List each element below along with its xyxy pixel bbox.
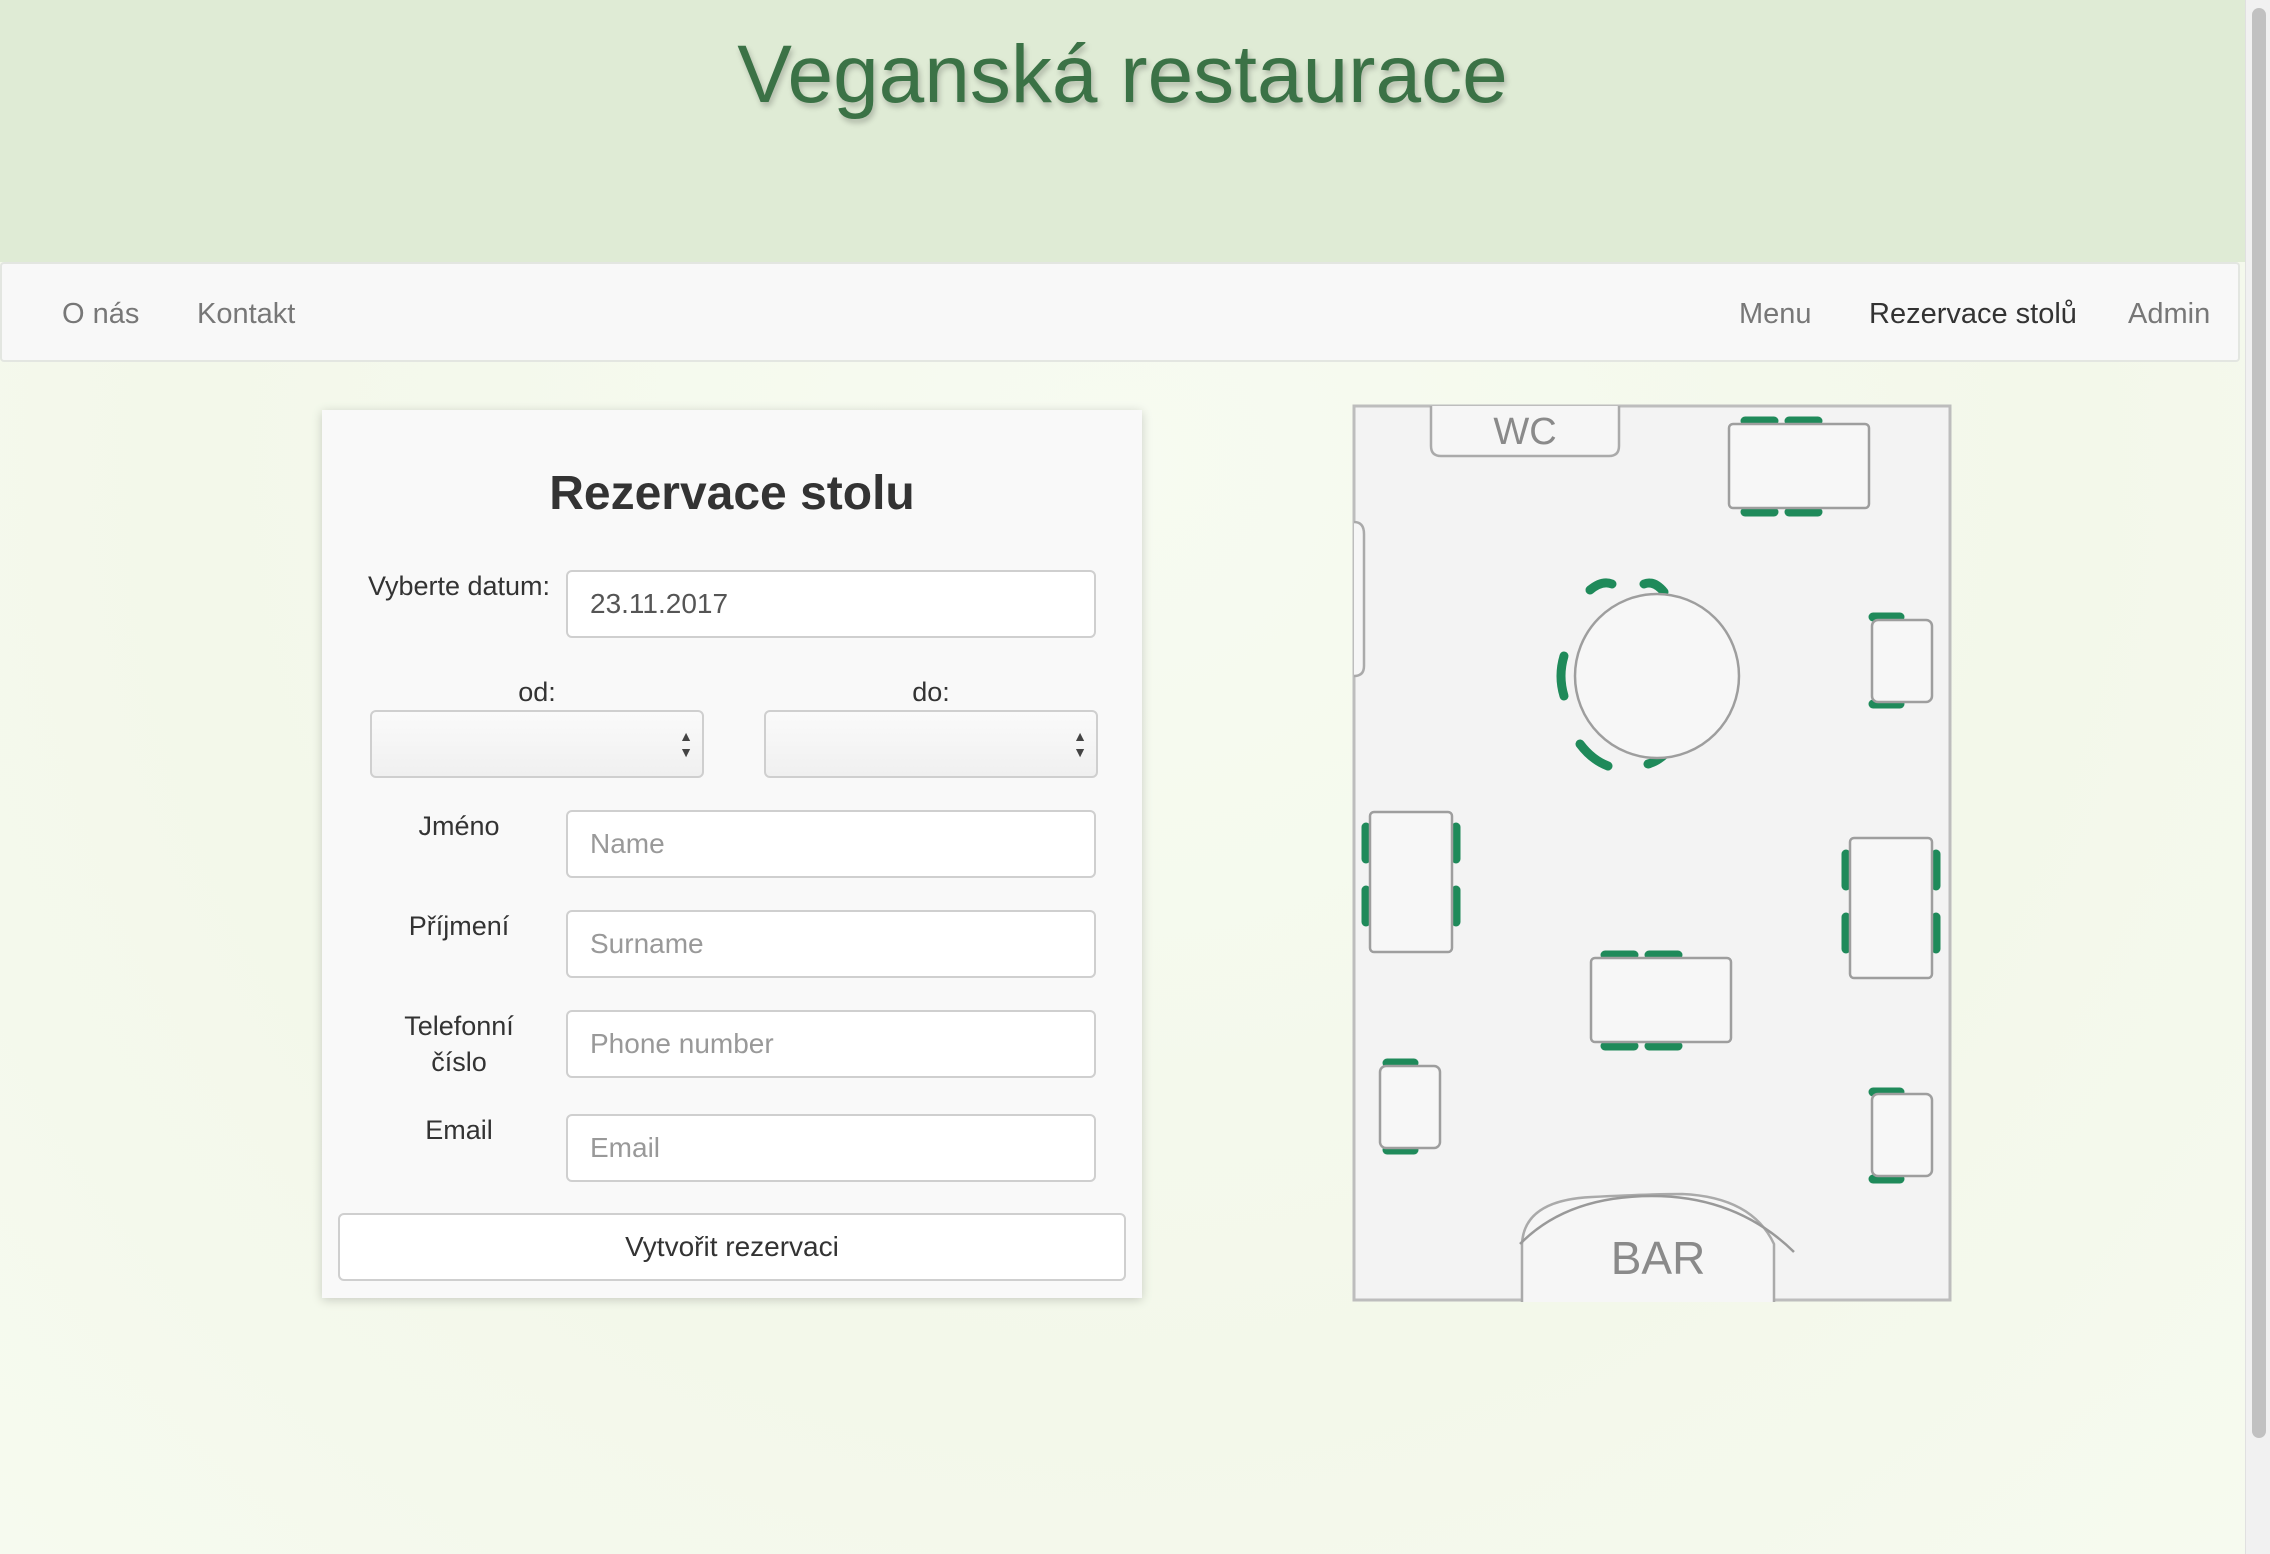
phone-input[interactable] <box>566 1010 1096 1078</box>
surname-label: Příjmení <box>408 911 510 941</box>
bar-label: BAR <box>1611 1232 1706 1284</box>
page-background: Veganská restaurace O nás Kontakt Menu R… <box>0 0 2245 1554</box>
table-7 <box>1378 1064 1442 1150</box>
navbar: O nás Kontakt Menu Rezervace stolů Admin <box>0 262 2240 362</box>
wc-label: WC <box>1493 411 1556 453</box>
table-6 <box>1589 956 1733 1044</box>
door-icon <box>1353 520 1366 678</box>
surname-input[interactable] <box>566 910 1096 978</box>
create-reservation-button[interactable]: Vytvořit rezervaci <box>338 1213 1126 1281</box>
nav-link-admin[interactable]: Admin <box>2128 264 2210 364</box>
email-label: Email <box>425 1115 493 1145</box>
phone-label: Telefonní číslo <box>404 1011 514 1077</box>
nav-link-rezervace-stolu[interactable]: Rezervace stolů <box>1869 264 2077 364</box>
select-arrows-icon: ▲ ▼ <box>1073 728 1087 760</box>
site-header: Veganská restaurace <box>0 0 2245 262</box>
table-2 <box>1870 618 1934 704</box>
table-4 <box>1368 810 1454 954</box>
from-label: od: <box>518 677 556 707</box>
table-1 <box>1727 422 1871 510</box>
to-time-select[interactable]: ▲ ▼ <box>764 710 1098 778</box>
date-label: Vyberte datum: <box>367 571 551 601</box>
to-label: do: <box>912 677 950 707</box>
restaurant-floorplan: WC BAR <box>1352 404 1952 1302</box>
name-label: Jméno <box>418 811 500 841</box>
reservation-form: Rezervace stolu Vyberte datum: od: do: ▲… <box>322 410 1142 1298</box>
from-time-select[interactable]: ▲ ▼ <box>370 710 704 778</box>
form-title: Rezervace stolu <box>549 467 915 520</box>
name-input[interactable] <box>566 810 1096 878</box>
table-5 <box>1848 836 1934 980</box>
site-title: Veganská restaurace <box>737 29 1508 120</box>
date-input[interactable] <box>566 570 1096 638</box>
select-arrows-icon: ▲ ▼ <box>679 728 693 760</box>
nav-link-menu[interactable]: Menu <box>1739 264 1812 364</box>
nav-link-kontakt[interactable]: Kontakt <box>197 264 295 364</box>
table-3 <box>1573 592 1741 760</box>
vertical-scrollbar[interactable] <box>2245 0 2270 1554</box>
scrollbar-thumb[interactable] <box>2252 8 2266 1438</box>
email-input[interactable] <box>566 1114 1096 1182</box>
nav-link-o-nas[interactable]: O nás <box>62 264 139 364</box>
table-8 <box>1870 1092 1934 1178</box>
